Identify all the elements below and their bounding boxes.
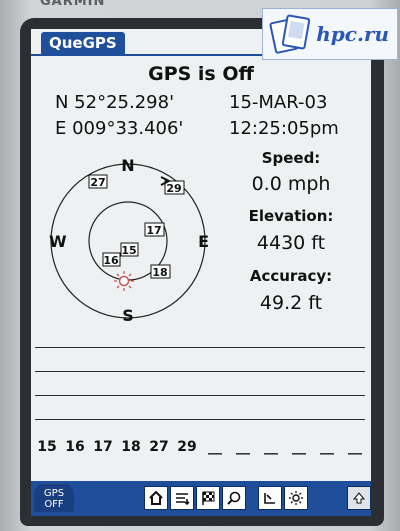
- signal-line-2: [35, 371, 365, 372]
- compass-north: N: [121, 157, 134, 175]
- sat-label: 16: [65, 439, 85, 455]
- signal-line-4: [35, 419, 365, 420]
- longitude: E 009°33.406': [55, 118, 184, 139]
- compass-south: S: [122, 306, 134, 325]
- checkered-flag-button[interactable]: [196, 486, 220, 510]
- signal-line-1: [35, 347, 365, 348]
- latitude: N 52°25.298': [55, 92, 175, 113]
- svg-text:15: 15: [121, 244, 136, 257]
- gps-toggle-button[interactable]: GPS OFF: [34, 484, 74, 512]
- up-arrow-icon: [352, 492, 366, 504]
- screen: QueGPS GPS is Off N 52°25.298' E 009°33.…: [31, 29, 371, 516]
- sat-label: __: [320, 439, 334, 455]
- app-title: QueGPS: [41, 32, 125, 54]
- compass-east: E: [198, 232, 209, 251]
- clock-button[interactable]: [258, 486, 282, 510]
- search-icon: [227, 491, 241, 505]
- sat-label: __: [208, 439, 222, 455]
- satellite-27: 27: [88, 174, 108, 189]
- list-button[interactable]: [170, 486, 194, 510]
- speed-label: Speed:: [261, 149, 321, 167]
- accuracy-label: Accuracy:: [249, 267, 333, 285]
- sat-label: 18: [121, 439, 141, 455]
- satellite-skyplot[interactable]: N S W E 27 29 17 15 16 18: [43, 157, 213, 325]
- flag-icon: [202, 491, 215, 505]
- svg-text:27: 27: [90, 176, 105, 189]
- sat-label: __: [236, 439, 250, 455]
- satellite-15: 15: [120, 242, 139, 257]
- svg-text:18: 18: [152, 266, 167, 279]
- sat-label: __: [292, 439, 306, 455]
- home-button[interactable]: [144, 486, 168, 510]
- elevation-value: 4430 ft: [256, 232, 326, 254]
- time: 12:25:05pm: [229, 118, 339, 139]
- sat-label: 17: [93, 439, 113, 455]
- sun-button[interactable]: [284, 486, 308, 510]
- date: 15-MAR-03: [229, 92, 328, 113]
- bottom-toolbar: GPS OFF: [31, 481, 371, 516]
- sat-label: __: [264, 439, 278, 455]
- satellite-29: 29: [160, 176, 185, 195]
- sat-label: __: [348, 439, 362, 455]
- svg-text:29: 29: [166, 182, 181, 195]
- watermark-text: hpc.ru: [316, 22, 389, 46]
- sat-label: 29: [177, 439, 197, 455]
- satellite-signal-labels: 15 16 17 18 27 29 __ __ __ __ __ __: [35, 439, 367, 455]
- sun-icon: [114, 271, 134, 291]
- list-icon: [176, 493, 190, 506]
- signal-line-3: [35, 395, 365, 396]
- device-shell: GARMIN QueGPS GPS is Off N 52°25.298' E …: [0, 0, 400, 531]
- hpc-watermark: hpc.ru: [262, 8, 398, 60]
- home-icon: [149, 490, 163, 505]
- sat-label: 15: [37, 439, 57, 455]
- search-button[interactable]: [222, 486, 246, 510]
- satellite-17: 17: [144, 222, 165, 237]
- satellite-18: 18: [150, 264, 171, 279]
- svg-text:17: 17: [146, 224, 161, 237]
- pda-logo-icon: [269, 14, 311, 54]
- elevation-label: Elevation:: [248, 207, 334, 225]
- scroll-up-button[interactable]: [347, 486, 371, 510]
- sat-label: 27: [149, 439, 169, 455]
- device-brand: GARMIN: [40, 0, 106, 9]
- gps-status: GPS is Off: [148, 63, 254, 85]
- satellite-16: 16: [102, 252, 121, 267]
- svg-text:16: 16: [103, 254, 119, 267]
- sun-icon: [289, 491, 303, 505]
- clock-icon: [264, 493, 275, 504]
- speed-value: 0.0 mph: [251, 173, 331, 195]
- accuracy-value: 49.2 ft: [259, 292, 323, 314]
- compass-west: W: [49, 232, 67, 251]
